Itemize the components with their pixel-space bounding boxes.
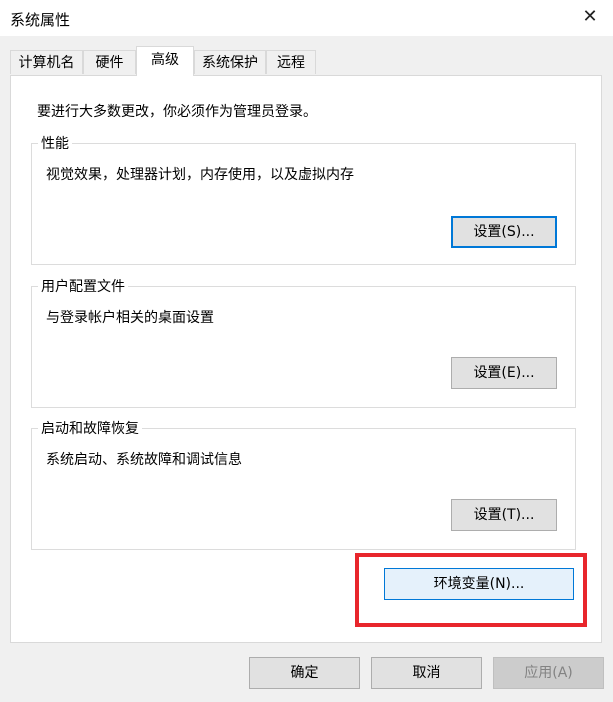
title-bar: 系统属性 ✕: [0, 0, 613, 36]
tab-advanced[interactable]: 高级: [136, 46, 194, 76]
tab-remote[interactable]: 远程: [266, 50, 316, 74]
user-profiles-description: 与登录帐户相关的桌面设置: [46, 310, 214, 326]
startup-recovery-group: 启动和故障恢复 系统启动、系统故障和调试信息 设置(T)...: [31, 418, 576, 550]
tab-hardware[interactable]: 硬件: [83, 50, 136, 74]
cancel-button[interactable]: 取消: [371, 657, 482, 689]
ok-button[interactable]: 确定: [249, 657, 360, 689]
startup-recovery-settings-button[interactable]: 设置(T)...: [451, 499, 557, 531]
user-profiles-legend: 用户配置文件: [38, 276, 128, 296]
admin-note: 要进行大多数更改，你必须作为管理员登录。: [37, 104, 317, 120]
close-icon[interactable]: ✕: [579, 6, 601, 28]
performance-legend: 性能: [38, 133, 72, 153]
user-profiles-settings-button[interactable]: 设置(E)...: [451, 357, 557, 389]
startup-recovery-legend: 启动和故障恢复: [38, 418, 142, 438]
user-profiles-group: 用户配置文件 与登录帐户相关的桌面设置 设置(E)...: [31, 276, 576, 408]
performance-group: 性能 视觉效果，处理器计划，内存使用，以及虚拟内存 设置(S)...: [31, 133, 576, 265]
advanced-panel: 要进行大多数更改，你必须作为管理员登录。 性能 视觉效果，处理器计划，内存使用，…: [10, 75, 602, 643]
system-properties-dialog: 系统属性 ✕ 计算机名 硬件 高级 系统保护 远程 要进行大多数更改，你必须作为…: [0, 0, 613, 702]
window-title: 系统属性: [10, 11, 71, 29]
performance-description: 视觉效果，处理器计划，内存使用，以及虚拟内存: [46, 167, 354, 183]
apply-button[interactable]: 应用(A): [493, 657, 604, 689]
tab-computer-name[interactable]: 计算机名: [10, 50, 83, 74]
environment-variables-button[interactable]: 环境变量(N)...: [384, 568, 574, 600]
startup-recovery-description: 系统启动、系统故障和调试信息: [46, 452, 242, 468]
tab-system-protection[interactable]: 系统保护: [194, 50, 266, 74]
performance-settings-button[interactable]: 设置(S)...: [451, 216, 557, 248]
